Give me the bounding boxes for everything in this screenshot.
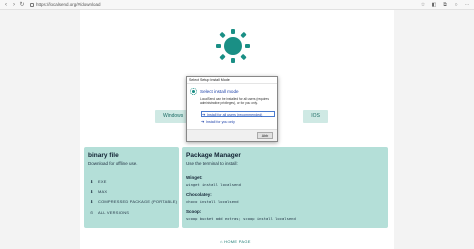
binary-panel: binary file Download for offline use. ⬇ … <box>84 147 179 228</box>
address-bar[interactable]: https://localsend.org/#/download <box>30 1 330 9</box>
profile-icon[interactable]: ○ <box>453 1 459 9</box>
tab-ios[interactable]: IOS <box>303 110 328 123</box>
localsend-logo-icon <box>216 29 250 63</box>
download-portable-link[interactable]: ⬇ COMPRESSED PACKAGE (PORTABLE) <box>90 199 177 204</box>
setup-install-mode-dialog: Select Setup Install Mode Select install… <box>186 76 278 142</box>
lock-icon <box>30 3 34 7</box>
browser-toolbar: ‹ › ↻ https://localsend.org/#/download ☆… <box>0 0 474 10</box>
package-manager-panel: Package Manager Use the terminal to inst… <box>182 147 388 228</box>
package-manager-title: Package Manager <box>186 152 241 159</box>
more-icon[interactable]: ⋯ <box>464 1 470 9</box>
github-icon: ⊙ <box>90 209 94 215</box>
download-icon: ⬇ <box>90 188 94 194</box>
package-manager-subtitle: Use the terminal to install: <box>186 161 238 166</box>
all-versions-link[interactable]: ⊙ ALL VERSIONS <box>90 210 129 215</box>
arrow-right-icon: ➔ <box>202 112 206 117</box>
install-all-users-option[interactable]: ➔ Install for all users (recommended) <box>201 111 275 117</box>
scoop-command: scoop bucket add extras; scoop install l… <box>186 216 296 221</box>
dialog-body: Select install mode LocalSend can be ins… <box>187 84 277 129</box>
dialog-footer: Abb <box>187 129 277 141</box>
home-icon: ⌂ <box>220 239 223 244</box>
dialog-description: LocalSend can be installed for all users… <box>200 97 269 105</box>
install-current-user-option[interactable]: ➔ Install for you only <box>201 119 275 125</box>
scoop-label: Scoop: <box>186 209 202 214</box>
dialog-heading: Select install mode <box>200 89 239 94</box>
favorite-icon[interactable]: ☆ <box>420 1 426 9</box>
forward-button[interactable]: › <box>10 1 18 9</box>
download-exe-link[interactable]: ⬇ EXE <box>90 179 107 184</box>
arrow-right-icon: ➔ <box>201 119 205 124</box>
download-icon: ⬇ <box>90 178 94 184</box>
winget-label: Winget: <box>186 175 203 180</box>
reload-button[interactable]: ↻ <box>18 1 26 9</box>
cancel-button[interactable]: Abb <box>257 132 273 139</box>
home-page-link[interactable]: ⌂ HOME PAGE <box>220 239 251 244</box>
collections-icon[interactable]: ⧉ <box>442 1 448 9</box>
address-text: https://localsend.org/#/download <box>36 2 101 7</box>
chocolatey-label: Chocolatey: <box>186 192 212 197</box>
binary-title: binary file <box>88 152 119 159</box>
chocolatey-command: choco install localsend <box>186 199 239 204</box>
extensions-icon[interactable]: ◧ <box>431 1 437 9</box>
download-icon: ⬇ <box>90 198 94 204</box>
winget-command: winget install localsend <box>186 182 241 187</box>
back-button[interactable]: ‹ <box>2 1 10 9</box>
binary-subtitle: Download for offline use. <box>88 161 138 166</box>
download-max-link[interactable]: ⬇ MAX <box>90 189 107 194</box>
dialog-title: Select Setup Install Mode <box>187 77 277 84</box>
setup-logo-icon <box>190 88 197 95</box>
